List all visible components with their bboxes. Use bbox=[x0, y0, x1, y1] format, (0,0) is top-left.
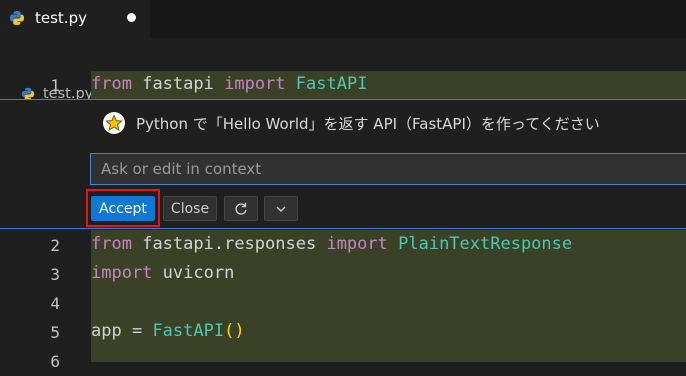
tab-bar: test.py bbox=[0, 0, 686, 38]
code-line[interactable]: 4 bbox=[0, 289, 686, 318]
python-file-icon bbox=[10, 11, 24, 25]
tab-file-name: test.py bbox=[35, 9, 87, 27]
unsaved-dot-icon[interactable] bbox=[127, 13, 136, 22]
code-text: app = FastAPI() bbox=[91, 321, 245, 341]
code-text: from fastapi import FastAPI bbox=[91, 74, 368, 94]
code-text: import uvicorn bbox=[91, 263, 235, 283]
chat-prompt-text: Python で「Hello World」を返す API（FastAPI）を作っ… bbox=[136, 115, 600, 133]
code-line[interactable]: 5 app = FastAPI() bbox=[0, 318, 686, 347]
line-number: 5 bbox=[50, 323, 60, 342]
line-number: 1 bbox=[50, 76, 60, 95]
line-number: 3 bbox=[50, 265, 60, 284]
close-button[interactable]: Close bbox=[163, 196, 217, 221]
chevron-down-icon bbox=[276, 206, 286, 212]
line-number: 4 bbox=[50, 294, 60, 313]
star-avatar-icon bbox=[103, 112, 125, 134]
tab-test-py[interactable]: test.py bbox=[0, 0, 150, 38]
chat-input[interactable] bbox=[91, 154, 686, 184]
code-line[interactable]: 3 import uvicorn bbox=[0, 260, 686, 289]
code-line[interactable]: 1 from fastapi import FastAPI bbox=[0, 71, 686, 100]
breadcrumb: test.py bbox=[0, 40, 686, 102]
code-line[interactable]: 2 from fastapi.responses import PlainTex… bbox=[0, 231, 686, 260]
refresh-icon bbox=[235, 202, 247, 215]
line-number: 2 bbox=[50, 236, 60, 255]
accept-button[interactable]: Accept bbox=[91, 196, 155, 221]
chat-input-box[interactable] bbox=[90, 153, 686, 185]
rerun-button[interactable] bbox=[224, 196, 258, 221]
more-options-button[interactable] bbox=[264, 196, 298, 221]
code-text: from fastapi.responses import PlainTextR… bbox=[91, 234, 573, 254]
